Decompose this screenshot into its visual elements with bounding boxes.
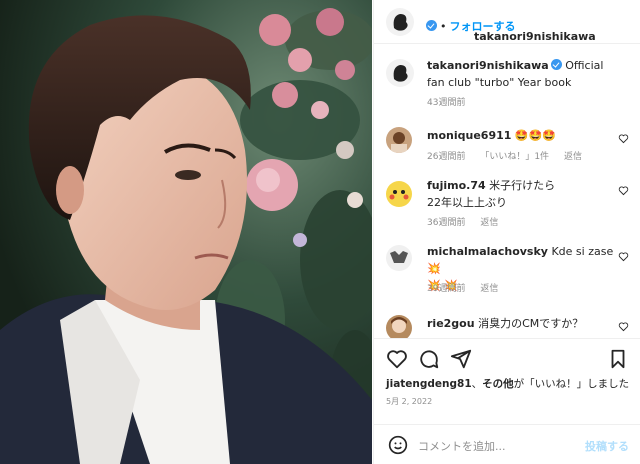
- heart-icon[interactable]: [618, 321, 629, 332]
- post-image: [0, 0, 372, 464]
- comment-meta: 39週間前 返信: [427, 281, 510, 294]
- header-line: takanori9nishikawa • フォローする: [424, 15, 596, 43]
- comment-icon[interactable]: [418, 348, 440, 370]
- comments-list[interactable]: takanori9nishikawa Official fan club "tu…: [374, 45, 640, 338]
- separator-dot: •: [440, 20, 447, 33]
- reply-button[interactable]: 返信: [564, 152, 582, 162]
- commenter-avatar[interactable]: [386, 245, 412, 271]
- comment-username[interactable]: michalmalachovsky: [427, 245, 548, 258]
- comment-text: monique6911 🤩🤩🤩: [427, 127, 617, 144]
- comment-body: 消臭力のCMですか？: [478, 317, 584, 330]
- caption-username[interactable]: takanori9nishikawa: [427, 59, 549, 72]
- comment-body: 🤩🤩🤩: [514, 129, 556, 142]
- reply-button[interactable]: 返信: [480, 218, 498, 228]
- caption-time[interactable]: 43週間前: [427, 98, 465, 108]
- reply-button[interactable]: 返信: [480, 284, 498, 294]
- caption-text: takanori9nishikawa Official fan club "tu…: [427, 57, 617, 91]
- post-comment-button[interactable]: 投稿する: [585, 438, 629, 454]
- send-icon[interactable]: [450, 348, 472, 370]
- comment-username[interactable]: rie2gou: [427, 317, 475, 330]
- verified-badge-icon: [426, 20, 437, 31]
- caption-avatar[interactable]: [386, 59, 414, 87]
- commenter-avatar[interactable]: [386, 315, 412, 338]
- heart-icon[interactable]: [618, 185, 629, 196]
- comment-composer: コメントを追加... 投稿する: [374, 424, 640, 464]
- comment-username[interactable]: fujimo.74: [427, 179, 486, 192]
- heart-icon[interactable]: [386, 348, 408, 370]
- post-date[interactable]: 5月 2, 2022: [386, 396, 432, 407]
- caption-meta: 43週間前: [427, 95, 477, 108]
- comment-time[interactable]: 36週間前: [427, 218, 465, 228]
- likes-connector: 、: [471, 378, 483, 390]
- liker-username[interactable]: jiatengdeng81: [386, 378, 472, 390]
- comment-username[interactable]: monique6911: [427, 129, 511, 142]
- likes-summary: jiatengdeng81、その他が「いいね！」しました: [386, 376, 629, 391]
- likes-others-link[interactable]: その他: [482, 378, 514, 390]
- author-avatar[interactable]: [386, 8, 414, 36]
- likes-suffix: が「いいね！」しました: [513, 378, 630, 390]
- comment-likes[interactable]: 「いいね！」1件: [480, 152, 549, 162]
- post-detail-panel: takanori9nishikawa • フォローする takanori9nishi…: [373, 0, 640, 464]
- heart-icon[interactable]: [618, 133, 629, 144]
- comment-input[interactable]: コメントを追加...: [418, 438, 506, 454]
- comment-meta: 36週間前 返信: [427, 215, 510, 228]
- comment-time[interactable]: 26週間前: [427, 152, 465, 162]
- emoji-icon[interactable]: [388, 435, 408, 455]
- post-actions: [374, 338, 640, 376]
- commenter-avatar[interactable]: [386, 127, 412, 153]
- heart-icon[interactable]: [618, 251, 629, 262]
- commenter-avatar[interactable]: [386, 181, 412, 207]
- comment-time[interactable]: 39週間前: [427, 284, 465, 294]
- comment-meta: 26週間前 「いいね！」1件 返信: [427, 149, 594, 162]
- author-username[interactable]: takanori9nishikawa: [474, 30, 596, 43]
- post-photo[interactable]: [0, 0, 372, 464]
- post-header: takanori9nishikawa • フォローする: [374, 0, 640, 44]
- comment-text: fujimo.74 米子行けたら 22年以上上ぶり: [427, 177, 617, 211]
- bookmark-icon[interactable]: [607, 348, 629, 370]
- comment-text: rie2gou 消臭力のCMですか？: [427, 315, 617, 332]
- verified-badge-icon: [550, 59, 562, 70]
